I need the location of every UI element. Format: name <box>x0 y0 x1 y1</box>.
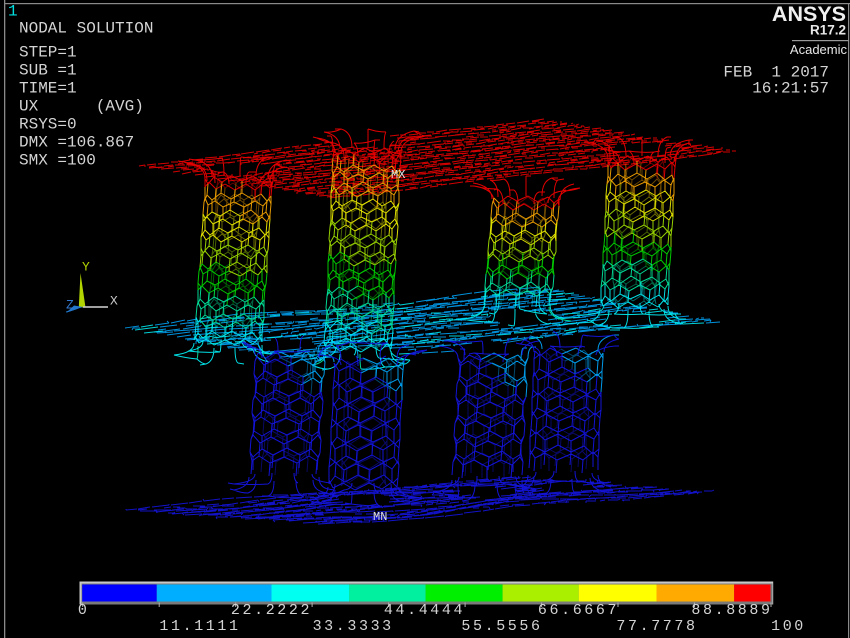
svg-text:UX (AVG): UX (AVG) <box>19 98 144 116</box>
svg-text:100: 100 <box>771 618 806 635</box>
svg-text:44.4444: 44.4444 <box>384 602 465 619</box>
svg-text:16:21:57: 16:21:57 <box>752 80 829 98</box>
svg-text:88.8889: 88.8889 <box>691 602 772 619</box>
svg-text:Y: Y <box>82 260 90 275</box>
svg-text:DMX =106.867: DMX =106.867 <box>19 134 134 152</box>
svg-text:SMX =100: SMX =100 <box>19 152 96 170</box>
svg-text:MX: MX <box>391 168 405 182</box>
svg-text:22.2222: 22.2222 <box>231 602 312 619</box>
svg-text:66.6667: 66.6667 <box>538 602 619 619</box>
svg-text:MN: MN <box>373 510 387 524</box>
svg-text:TIME=1: TIME=1 <box>19 80 77 98</box>
svg-text:55.5556: 55.5556 <box>461 618 542 635</box>
svg-text:0: 0 <box>78 602 87 619</box>
svg-text:SUB =1: SUB =1 <box>19 62 77 80</box>
svg-text:RSYS=0: RSYS=0 <box>19 116 77 134</box>
svg-text:33.3333: 33.3333 <box>313 618 394 635</box>
svg-text:Academic: Academic <box>790 42 848 57</box>
svg-text:R17.2: R17.2 <box>810 23 846 38</box>
svg-text:77.7778: 77.7778 <box>616 618 697 635</box>
svg-text:X: X <box>110 294 118 309</box>
svg-text:11.1111: 11.1111 <box>159 618 240 635</box>
svg-text:1: 1 <box>8 3 18 21</box>
svg-text:NODAL SOLUTION: NODAL SOLUTION <box>19 20 153 38</box>
svg-text:Z: Z <box>66 298 74 313</box>
svg-text:STEP=1: STEP=1 <box>19 44 77 62</box>
